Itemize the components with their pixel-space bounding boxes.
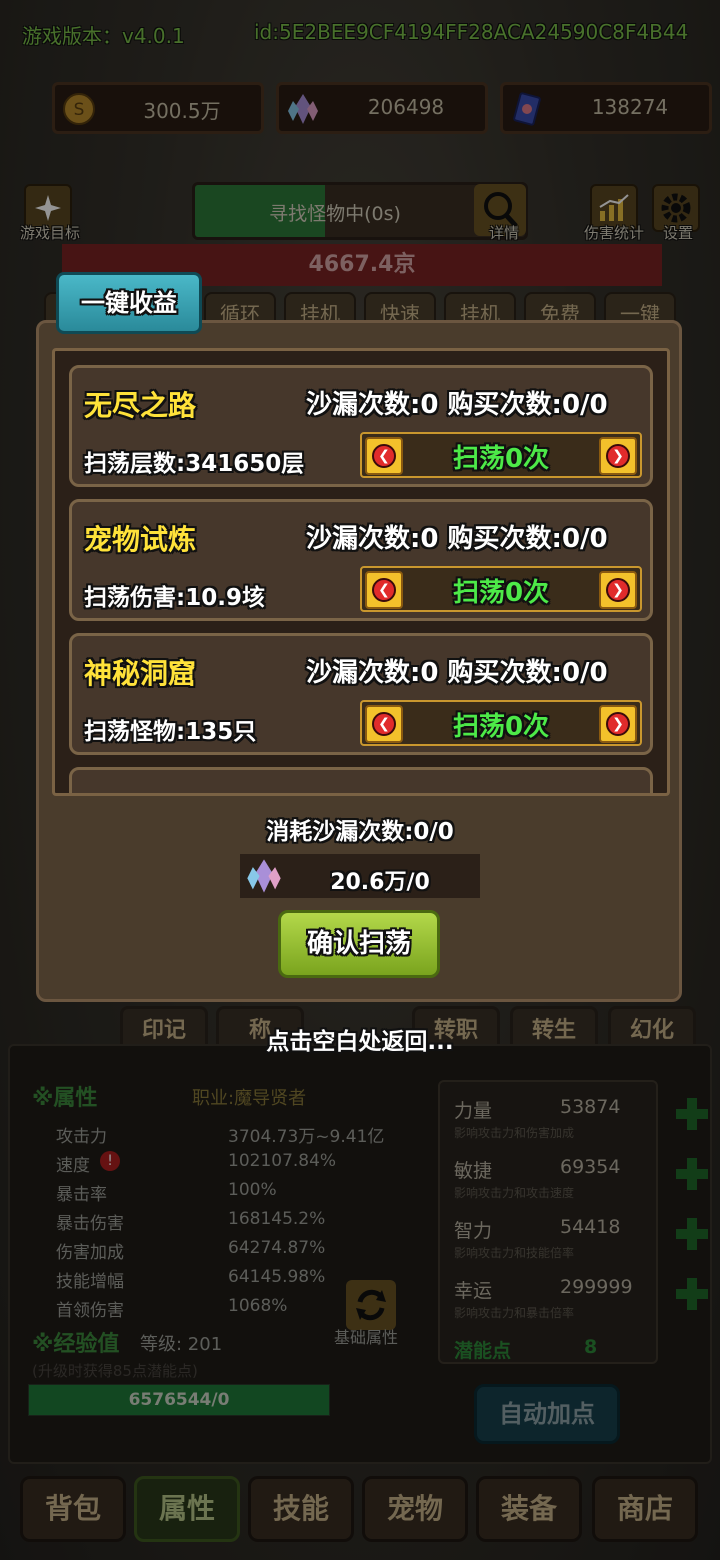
row-title: 宠物试炼 [84, 523, 197, 556]
chevron-left-icon: ❮ [372, 444, 396, 468]
chevron-right-icon: ❯ [606, 444, 630, 468]
decrease-button[interactable]: ❮ [365, 437, 403, 475]
increase-button[interactable]: ❯ [599, 705, 637, 743]
increase-button[interactable]: ❯ [599, 437, 637, 475]
sweep-row-pet-trial: 宠物试炼 沙漏次数:0 购买次数:0/0 扫荡伤害:10.9垓 ❮ 扫荡0次 ❯ [69, 499, 653, 621]
sweep-row-mystery-cave: 神秘洞窟 沙漏次数:0 购买次数:0/0 扫荡怪物:135只 ❮ 扫荡0次 ❯ [69, 633, 653, 755]
row-title: 神秘洞窟 [84, 657, 197, 690]
sweep-count: 扫荡0次 [452, 444, 550, 474]
row-desc: 扫荡伤害:10.9垓 [84, 585, 265, 611]
confirm-sweep-button[interactable]: 确认扫荡 [278, 910, 440, 978]
sweep-count: 扫荡0次 [452, 712, 550, 742]
row-counts: 沙漏次数:0 购买次数:0/0 [306, 524, 608, 554]
decrease-button[interactable]: ❮ [365, 571, 403, 609]
row-title: 无尽之路 [84, 389, 197, 422]
chevron-right-icon: ❯ [606, 578, 630, 602]
tab-onekey-income-label: 一键收益 [81, 289, 177, 317]
confirm-sweep-label: 确认扫荡 [306, 929, 411, 959]
chevron-right-icon: ❯ [606, 712, 630, 736]
cost-box: 20.6万/0 [240, 854, 480, 898]
row-counts: 沙漏次数:0 购买次数:0/0 [306, 658, 608, 688]
sweep-count-control: ❮ 扫荡0次 ❯ [360, 700, 642, 746]
chevron-left-icon: ❮ [372, 712, 396, 736]
sweep-count-control: ❮ 扫荡0次 ❯ [360, 432, 642, 478]
tap-to-return-hint: 点击空白处返回... [266, 1029, 454, 1055]
sweep-count: 扫荡0次 [452, 578, 550, 608]
sweep-row-endless-road: 无尽之路 沙漏次数:0 购买次数:0/0 扫荡层数:341650层 ❮ 扫荡0次… [69, 365, 653, 487]
sweep-row-partial [69, 767, 653, 793]
cost-value: 20.6万/0 [330, 870, 430, 895]
consume-label: 消耗沙漏次数:0/0 [266, 819, 454, 845]
tab-onekey-income[interactable]: 一键收益 [56, 272, 202, 334]
sweep-count-control: ❮ 扫荡0次 ❯ [360, 566, 642, 612]
crystal-icon [247, 859, 281, 893]
chevron-left-icon: ❮ [372, 578, 396, 602]
sweep-list[interactable]: 无尽之路 沙漏次数:0 购买次数:0/0 扫荡层数:341650层 ❮ 扫荡0次… [52, 348, 670, 796]
decrease-button[interactable]: ❮ [365, 705, 403, 743]
row-desc: 扫荡层数:341650层 [84, 451, 305, 477]
row-desc: 扫荡怪物:135只 [84, 719, 257, 745]
row-counts: 沙漏次数:0 购买次数:0/0 [306, 390, 608, 420]
increase-button[interactable]: ❯ [599, 571, 637, 609]
